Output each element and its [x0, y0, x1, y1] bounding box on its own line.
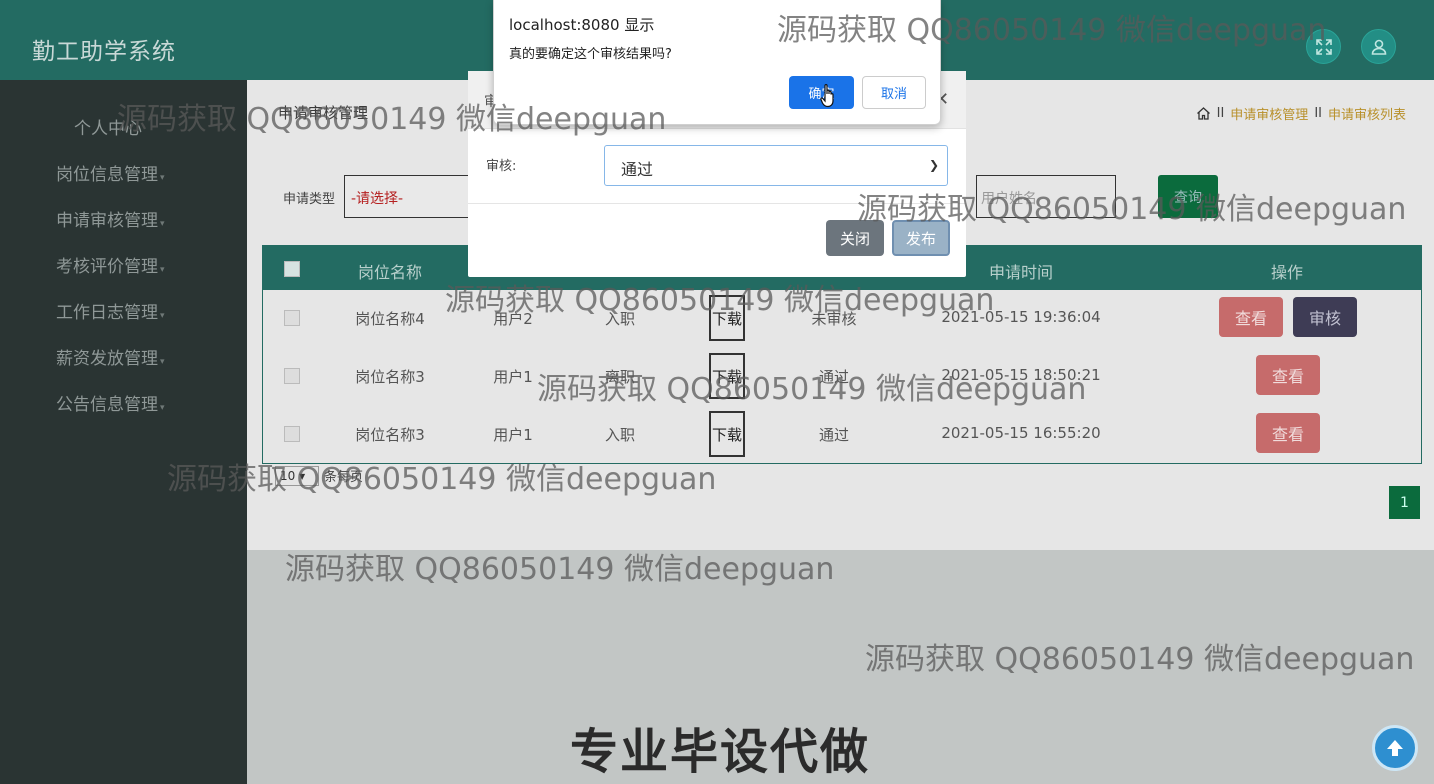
- breadcrumb: II 申请审核管理 II 申请审核列表: [1196, 104, 1406, 123]
- sidebar-item-label: 考核评价管理: [56, 257, 158, 277]
- promo-text: 专业毕设代做: [570, 724, 871, 780]
- view-button[interactable]: 查看: [1256, 413, 1320, 453]
- cell-time: 2021-05-15 18:50:21: [941, 366, 1101, 384]
- home-icon[interactable]: [1196, 106, 1211, 121]
- sidebar-item-salary[interactable]: 薪资发放管理 ▾: [56, 344, 165, 369]
- view-button[interactable]: 查看: [1219, 297, 1283, 337]
- sidebar-item-label: 岗位信息管理: [56, 165, 158, 185]
- sidebar-item-profile[interactable]: 个人中心: [74, 114, 142, 139]
- breadcrumb-item[interactable]: 申请审核列表: [1328, 104, 1406, 123]
- caret-down-icon: ▾: [160, 173, 165, 183]
- sidebar-item-label: 工作日志管理: [56, 303, 158, 323]
- table-row: 岗位名称3 用户1 离职 下载 通过 2021-05-15 18:50:21 查…: [263, 347, 1421, 405]
- page-number-button[interactable]: 1: [1389, 486, 1420, 519]
- query-button[interactable]: 查询: [1158, 175, 1218, 218]
- type-filter-select[interactable]: -请选择-: [344, 175, 472, 218]
- caret-down-icon: ▾: [160, 403, 165, 413]
- hand-cursor-icon: [820, 84, 834, 108]
- confirm-dialog: localhost:8080 显示 真的要确定这个审核结果吗? 确定 取消: [493, 0, 941, 125]
- breadcrumb-separator: II: [1314, 106, 1322, 121]
- audit-field-label: 审核:: [486, 159, 517, 174]
- caret-down-icon: ▾: [160, 357, 165, 367]
- confirm-origin: localhost:8080 显示: [509, 16, 655, 34]
- page-size-value: 10: [280, 469, 296, 483]
- arrow-up-icon: [1387, 740, 1403, 756]
- column-header: 申请时间: [988, 263, 1054, 282]
- cell-status: 未审核: [811, 310, 857, 328]
- cell-type: 离职: [604, 368, 636, 386]
- sidebar-item-post-info[interactable]: 岗位信息管理 ▾: [56, 160, 165, 185]
- modal-divider: [468, 203, 966, 204]
- sidebar-item-label: 个人中心: [74, 119, 142, 139]
- user-icon: [1371, 39, 1386, 55]
- caret-down-icon: ▾: [160, 219, 165, 229]
- cell-post: 岗位名称3: [355, 426, 425, 444]
- back-to-top-button[interactable]: [1372, 725, 1418, 771]
- cell-type: 入职: [604, 426, 636, 444]
- cell-post: 岗位名称3: [355, 368, 425, 386]
- page-size-label: 条每页: [324, 470, 364, 485]
- table-row: 岗位名称4 用户2 入职 下载 未审核 2021-05-15 19:36:04 …: [263, 289, 1421, 347]
- column-header: 岗位名称: [357, 263, 423, 282]
- sidebar-item-label: 申请审核管理: [56, 211, 158, 231]
- chevron-down-icon: ❯: [928, 158, 939, 172]
- sidebar-item-evaluation[interactable]: 考核评价管理 ▾: [56, 252, 165, 277]
- cell-status: 通过: [818, 426, 850, 444]
- row-checkbox[interactable]: [284, 310, 300, 326]
- download-button[interactable]: 下载: [709, 353, 745, 399]
- row-checkbox[interactable]: [284, 426, 300, 442]
- cell-type: 入职: [604, 310, 636, 328]
- download-button[interactable]: 下载: [709, 411, 745, 457]
- row-checkbox[interactable]: [284, 368, 300, 384]
- select-all-checkbox[interactable]: [284, 261, 300, 277]
- view-button[interactable]: 查看: [1256, 355, 1320, 395]
- breadcrumb-separator: II: [1216, 106, 1225, 121]
- caret-down-icon: ▾: [160, 311, 165, 321]
- cell-time: 2021-05-15 16:55:20: [941, 424, 1101, 442]
- modal-close-button[interactable]: 关闭: [826, 220, 884, 256]
- sidebar-item-announcement[interactable]: 公告信息管理 ▾: [56, 390, 165, 415]
- publish-button[interactable]: 发布: [892, 220, 950, 256]
- type-filter-label: 申请类型: [283, 192, 336, 207]
- cell-user: 用户1: [493, 368, 533, 386]
- cell-status: 通过: [818, 368, 850, 386]
- download-button[interactable]: 下载: [709, 295, 745, 341]
- page-size-select[interactable]: 10 ▾: [275, 466, 319, 486]
- cell-user: 用户2: [493, 310, 533, 328]
- sidebar-item-label: 薪资发放管理: [56, 349, 158, 369]
- confirm-cancel-button[interactable]: 取消: [862, 76, 926, 109]
- user-menu-button[interactable]: [1361, 29, 1396, 64]
- cell-user: 用户1: [493, 426, 533, 444]
- sidebar-item-application-review[interactable]: 申请审核管理 ▾: [56, 206, 165, 231]
- sidebar-item-label: 公告信息管理: [56, 395, 158, 415]
- cell-post: 岗位名称4: [355, 310, 425, 328]
- application-table: 岗位名称 申请时间 操作 岗位名称4 用户2 入职 下载 未审核 2021-05…: [262, 245, 1422, 464]
- table-row: 岗位名称3 用户1 入职 下载 通过 2021-05-15 16:55:20 查…: [263, 405, 1421, 463]
- app-title: 勤工助学系统: [32, 39, 176, 65]
- sidebar-item-work-log[interactable]: 工作日志管理 ▾: [56, 298, 165, 323]
- cell-time: 2021-05-15 19:36:04: [941, 308, 1101, 326]
- fullscreen-icon: [1315, 38, 1332, 55]
- breadcrumb-item[interactable]: 申请审核管理: [1230, 104, 1308, 123]
- column-header: 操作: [1270, 263, 1304, 282]
- fullscreen-button[interactable]: [1306, 29, 1341, 64]
- user-name-input[interactable]: 用户姓名: [976, 175, 1116, 218]
- audit-button[interactable]: 审核: [1293, 297, 1357, 337]
- sidebar: [0, 80, 247, 784]
- audit-result-select[interactable]: 通过 ❯: [604, 145, 948, 186]
- page-title: 申请审核管理: [278, 104, 369, 122]
- caret-down-icon: ▾: [160, 265, 165, 275]
- confirm-message: 真的要确定这个审核结果吗?: [509, 47, 672, 62]
- audit-result-value: 通过: [621, 160, 654, 179]
